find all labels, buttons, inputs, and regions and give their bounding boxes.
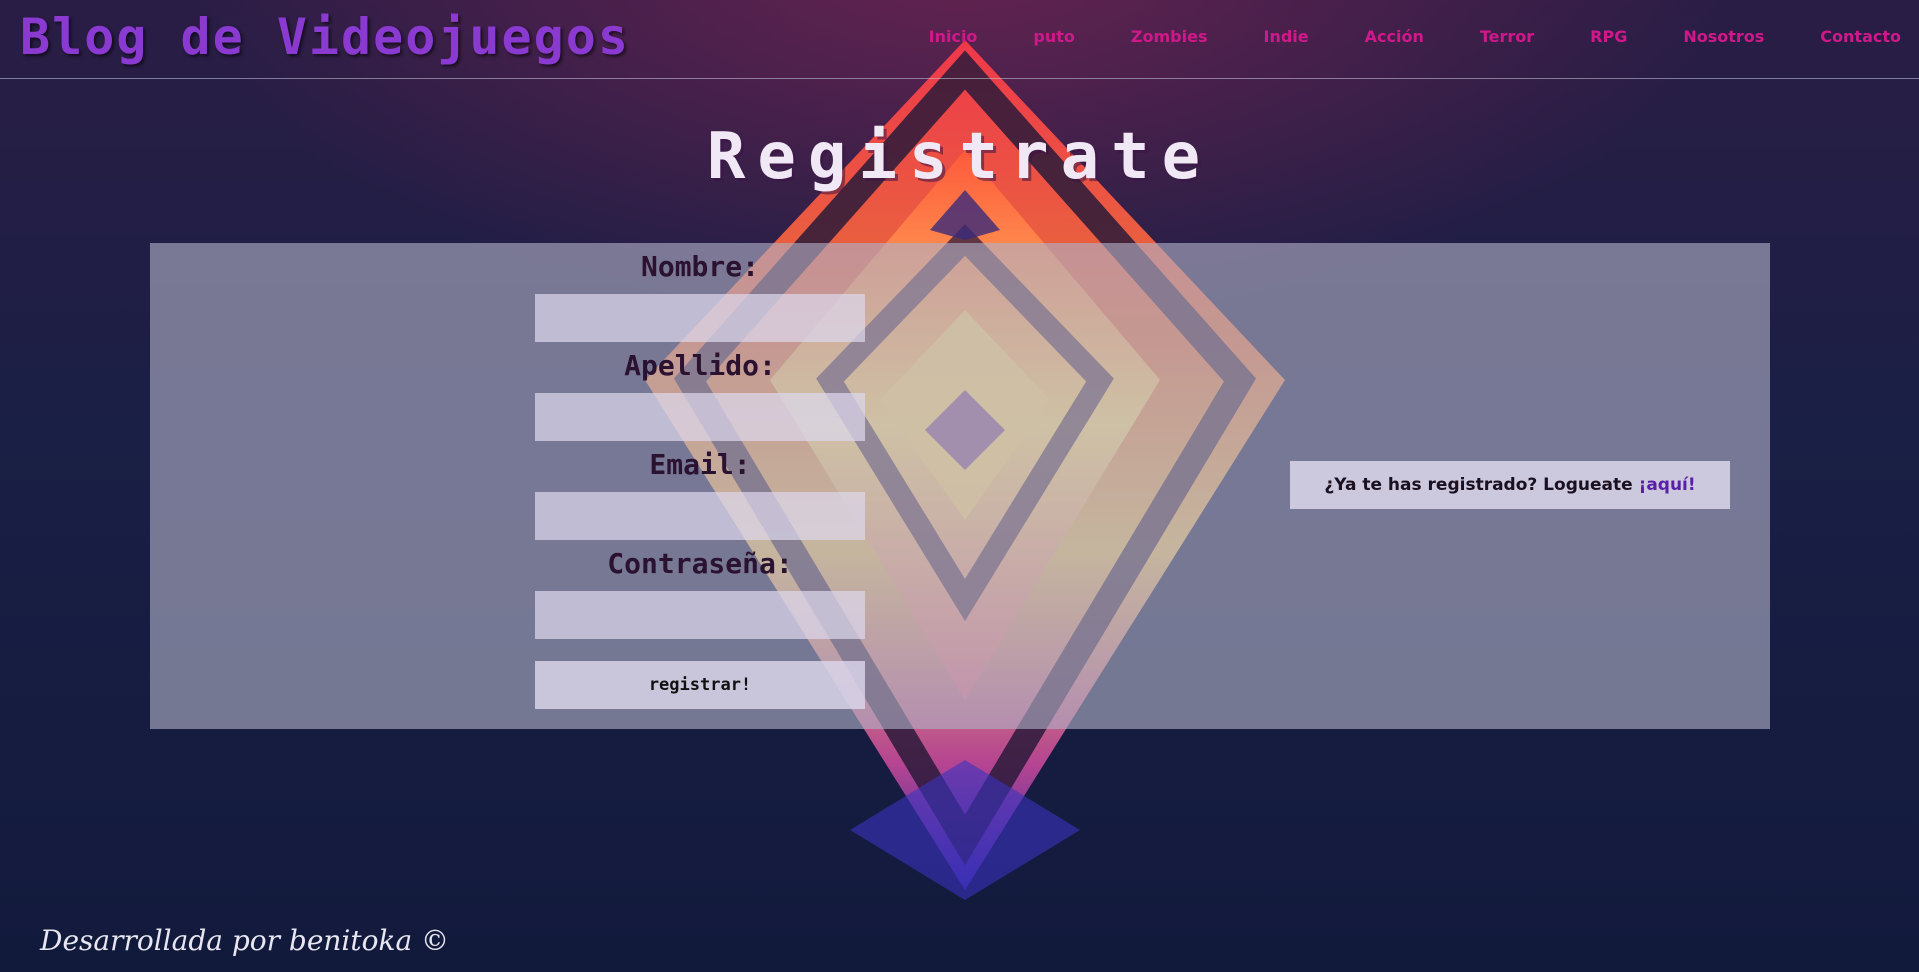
nav-item-inicio[interactable]: Inicio [929, 27, 978, 46]
nav-item-nosotros[interactable]: Nosotros [1683, 27, 1764, 46]
login-prompt: ¿Ya te has registrado? Logueate ¡aquí! [1290, 461, 1730, 509]
apellido-field[interactable] [535, 393, 865, 441]
login-prompt-text: ¿Ya te has registrado? Logueate [1324, 475, 1633, 495]
nav-item-accion[interactable]: Acción [1365, 27, 1424, 46]
password-field[interactable] [535, 591, 865, 639]
site-footer: Desarrollada por benitoka © [40, 924, 450, 957]
page-title: Registrate [706, 120, 1213, 194]
nav-item-rpg[interactable]: RPG [1590, 27, 1627, 46]
login-link[interactable]: ¡aquí! [1639, 475, 1696, 495]
nav-item-puto[interactable]: puto [1033, 27, 1074, 46]
site-header: Blog de Videojuegos Inicio puto Zombies … [0, 0, 1919, 79]
site-brand[interactable]: Blog de Videojuegos [20, 8, 630, 66]
nav-item-terror[interactable]: Terror [1480, 27, 1534, 46]
email-field[interactable] [535, 492, 865, 540]
password-label: Contraseña: [607, 547, 793, 580]
nav-item-indie[interactable]: Indie [1263, 27, 1308, 46]
nav-item-zombies[interactable]: Zombies [1131, 27, 1208, 46]
nombre-label: Nombre: [640, 250, 759, 283]
main-nav: Inicio puto Zombies Indie Acción Terror … [873, 27, 1901, 46]
email-label: Email: [649, 448, 751, 481]
register-button[interactable]: registrar! [535, 661, 865, 709]
apellido-label: Apellido: [624, 349, 776, 382]
nombre-field[interactable] [535, 294, 865, 342]
nav-item-contacto[interactable]: Contacto [1820, 27, 1901, 46]
